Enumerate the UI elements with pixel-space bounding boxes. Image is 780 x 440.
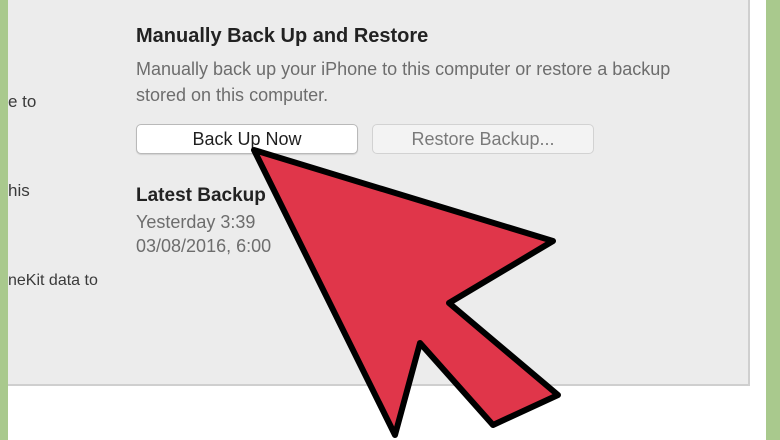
window-panel: e to his neKit data to Manually Back Up … — [8, 0, 766, 440]
latest-backups-heading: Latest Backup — [136, 185, 266, 206]
right-frame-border — [766, 0, 780, 440]
back-up-now-button[interactable]: Back Up Now — [136, 124, 358, 154]
latest-backup-entry-1: Yesterday 3:39 — [136, 212, 256, 232]
latest-backup-entry-2: 03/08/2016, 6:00 — [136, 236, 272, 256]
manual-backup-heading: Manually Back Up and Restore — [136, 25, 429, 47]
manual-backup-description: Manually back up your iPhone to this com… — [136, 59, 671, 105]
left-column-text-2: his — [8, 181, 30, 200]
restore-backup-button[interactable]: Restore Backup... — [372, 124, 594, 154]
backups-settings-box: e to his neKit data to Manually Back Up … — [8, 0, 750, 386]
left-frame-border — [0, 0, 8, 440]
left-column-text-3: neKit data to — [8, 272, 98, 289]
left-column-text-1: e to — [8, 92, 37, 111]
